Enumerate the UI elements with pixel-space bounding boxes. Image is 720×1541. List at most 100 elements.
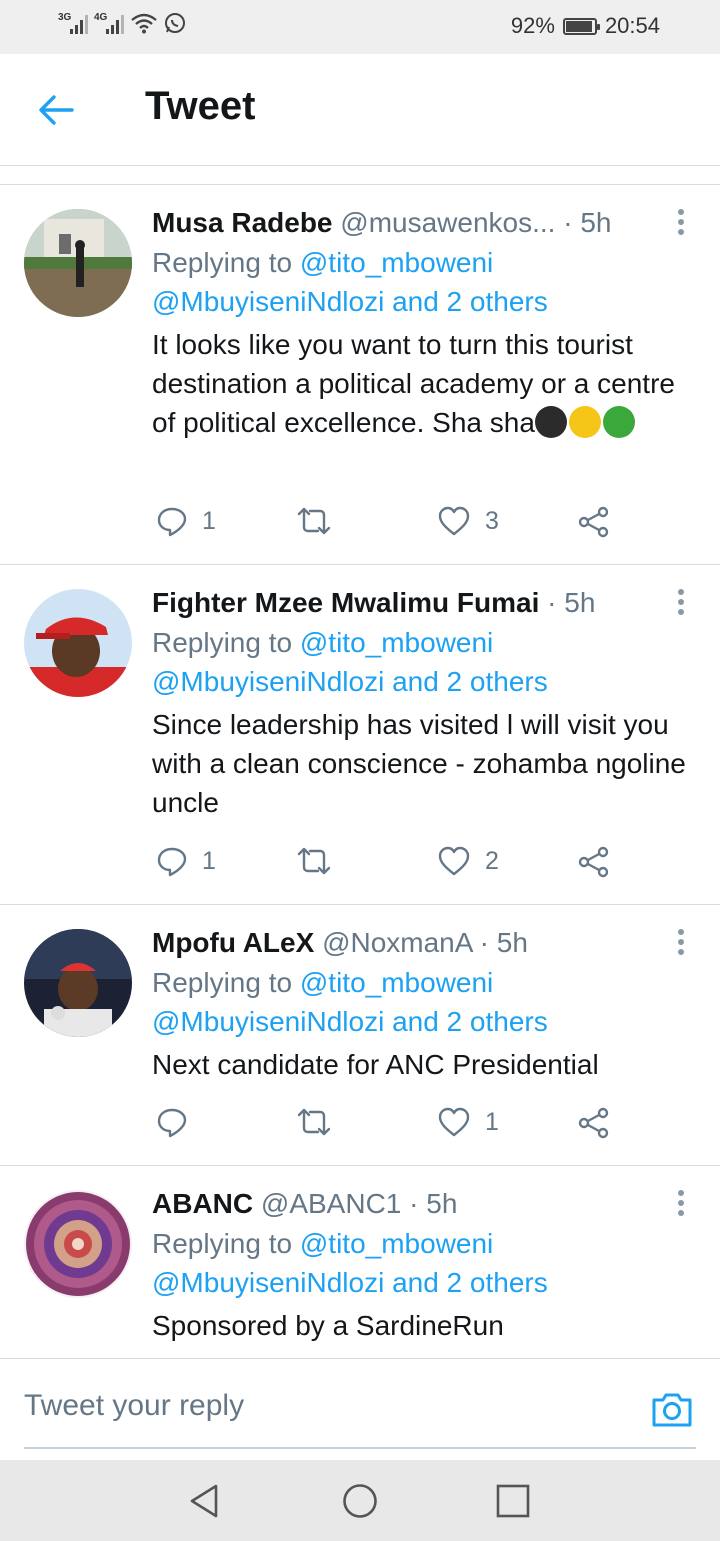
app-header: Tweet xyxy=(0,54,720,166)
avatar[interactable] xyxy=(24,1190,132,1298)
network-type-1: 3G xyxy=(58,12,72,23)
replying-label: Replying to xyxy=(152,1228,293,1259)
share-button[interactable] xyxy=(577,845,611,879)
like-count: 3 xyxy=(485,506,499,535)
timestamp: · 5h xyxy=(547,587,596,618)
reply-composer: Tweet your reply xyxy=(0,1358,720,1458)
mention-others-link[interactable]: @MbuyiseniNdlozi and 2 others xyxy=(152,1267,548,1298)
status-bar: 3G 4G 92% 20:54 xyxy=(0,0,720,54)
network-type-2: 4G xyxy=(94,12,108,23)
signal-3g-icon: 3G xyxy=(58,12,88,34)
timestamp: · 5h xyxy=(479,927,528,958)
battery-percent: 92% xyxy=(510,13,555,38)
tweet-header: Mpofu ALeX @NoxmanA · 5h xyxy=(152,923,700,963)
replying-to: Replying to @tito_mboweni @MbuyiseniNdlo… xyxy=(152,963,700,1041)
reply-icon xyxy=(157,1108,187,1138)
tweet-text: Since leadership has visited l will visi… xyxy=(152,709,686,818)
share-icon xyxy=(578,846,609,878)
tweet-actions: 1 xyxy=(152,1106,622,1146)
tweet-body: Mpofu ALeX @NoxmanA · 5h Replying to @ti… xyxy=(152,923,700,1084)
handle[interactable]: @ABANC1 xyxy=(261,1188,401,1219)
tweet-text: Next candidate for ANC Presidential xyxy=(152,1049,599,1080)
avatar[interactable] xyxy=(24,589,132,697)
replying-label: Replying to xyxy=(152,247,293,278)
tweet-text: Sponsored by a SardineRun xyxy=(152,1310,504,1341)
system-nav-bar xyxy=(0,1460,720,1541)
tweet-text: It looks like you want to turn this tour… xyxy=(152,325,700,442)
reply-icon xyxy=(157,507,187,537)
like-button[interactable]: 2 xyxy=(437,845,499,877)
like-button[interactable]: 1 xyxy=(437,1106,499,1138)
display-name[interactable]: Mpofu ALeX xyxy=(152,927,314,958)
tweet-header: Fighter Mzee Mwalimu Fumai · 5h xyxy=(152,583,700,623)
clock: 20:54 xyxy=(604,13,660,38)
handle[interactable]: @musawenkos... xyxy=(340,207,555,238)
display-name[interactable]: ABANC xyxy=(152,1188,253,1219)
avatar[interactable] xyxy=(24,929,132,1037)
emoji-yellow-circle xyxy=(568,406,601,438)
share-button[interactable] xyxy=(577,505,611,539)
tweet-header: Musa Radebe @musawenkos... · 5h xyxy=(152,203,700,243)
mention-others-link[interactable]: @MbuyiseniNdlozi and 2 others xyxy=(152,286,548,317)
battery-icon xyxy=(562,17,600,35)
signal-4g-icon: 4G xyxy=(94,12,124,34)
tweet-header: ABANC @ABANC1 · 5h xyxy=(152,1184,700,1224)
retweet-button[interactable] xyxy=(296,845,346,877)
tweet-1[interactable]: Musa Radebe @musawenkos... · 5h Replying… xyxy=(0,185,720,565)
display-name[interactable]: Musa Radebe xyxy=(152,207,333,238)
timestamp: · 5h xyxy=(409,1188,458,1219)
tweet-3[interactable]: Mpofu ALeX @NoxmanA · 5h Replying to @ti… xyxy=(0,905,720,1166)
nav-back-icon[interactable] xyxy=(186,1482,224,1520)
status-right: 92% 20:54 xyxy=(511,13,660,39)
display-name[interactable]: Fighter Mzee Mwalimu Fumai xyxy=(152,587,539,618)
reply-count: 1 xyxy=(202,506,216,535)
replying-to: Replying to @tito_mboweni @MbuyiseniNdlo… xyxy=(152,243,700,321)
reply-button[interactable]: 1 xyxy=(156,505,216,537)
like-button[interactable]: 3 xyxy=(437,505,499,537)
mention-link[interactable]: @tito_mboweni xyxy=(300,247,493,278)
like-count: 2 xyxy=(485,846,499,875)
mention-others-link[interactable]: @MbuyiseniNdlozi and 2 others xyxy=(152,1006,548,1037)
mention-others-link[interactable]: @MbuyiseniNdlozi and 2 others xyxy=(152,666,548,697)
replying-to: Replying to @tito_mboweni @MbuyiseniNdlo… xyxy=(152,623,700,701)
reply-button[interactable]: 1 xyxy=(156,845,216,877)
emoji-green-circle xyxy=(602,406,635,438)
mention-link[interactable]: @tito_mboweni xyxy=(300,627,493,658)
reply-button[interactable] xyxy=(156,1106,202,1138)
page-title: Tweet xyxy=(145,84,256,128)
tweet-2[interactable]: Fighter Mzee Mwalimu Fumai · 5h Replying… xyxy=(0,565,720,905)
nav-home-icon[interactable] xyxy=(341,1482,379,1520)
handle[interactable]: @NoxmanA xyxy=(322,927,472,958)
reply-input-underline xyxy=(24,1447,696,1449)
camera-icon[interactable] xyxy=(650,1387,694,1431)
heart-icon xyxy=(438,506,470,536)
retweet-icon xyxy=(297,507,331,535)
replying-label: Replying to xyxy=(152,967,293,998)
tweet-body: Musa Radebe @musawenkos... · 5h Replying… xyxy=(152,203,700,442)
avatar[interactable] xyxy=(24,209,132,317)
share-icon xyxy=(578,1107,609,1139)
heart-icon xyxy=(438,846,470,876)
timestamp: · 5h xyxy=(563,207,612,238)
whatsapp-icon xyxy=(165,13,185,33)
share-button[interactable] xyxy=(577,1106,611,1140)
tweet-actions: 1 2 xyxy=(152,845,622,885)
wifi-icon xyxy=(131,13,157,34)
replying-label: Replying to xyxy=(152,627,293,658)
mention-link[interactable]: @tito_mboweni xyxy=(300,967,493,998)
retweet-button[interactable] xyxy=(296,505,346,537)
reply-icon xyxy=(157,847,187,877)
replying-to: Replying to @tito_mboweni @MbuyiseniNdlo… xyxy=(152,1224,700,1302)
nav-recents-icon[interactable] xyxy=(494,1482,532,1520)
reply-input[interactable]: Tweet your reply xyxy=(24,1389,244,1423)
mention-link[interactable]: @tito_mboweni xyxy=(300,1228,493,1259)
like-count: 1 xyxy=(485,1107,499,1136)
tweet-body: ABANC @ABANC1 · 5h Replying to @tito_mbo… xyxy=(152,1184,700,1345)
tweet-4[interactable]: ABANC @ABANC1 · 5h Replying to @tito_mbo… xyxy=(0,1166,720,1358)
tweet-actions: 1 3 xyxy=(152,505,622,545)
arrow-left-icon[interactable] xyxy=(34,88,78,132)
retweet-button[interactable] xyxy=(296,1106,346,1138)
emoji-black-circle xyxy=(534,406,567,438)
retweet-icon xyxy=(297,1108,331,1136)
reply-count: 1 xyxy=(202,846,216,875)
